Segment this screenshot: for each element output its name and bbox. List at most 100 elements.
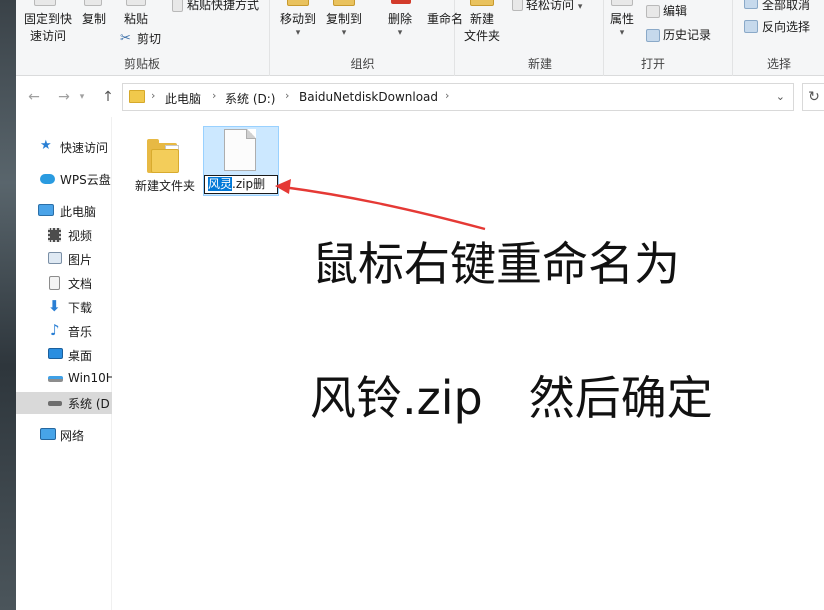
refresh-button[interactable]: ↻ (802, 83, 824, 111)
chevron-right-icon: › (151, 89, 156, 102)
address-bar-row: ← → ▾ ↑ › 此电脑 › 系统 (D:) › BaiduNetdiskDo… (16, 77, 824, 117)
up-arrow-icon[interactable]: ↑ (98, 87, 118, 107)
nav-item-drive-d[interactable]: 系统 (D (16, 392, 112, 414)
breadcrumb-current-folder[interactable]: BaiduNetdiskDownload (299, 90, 438, 104)
nav-item-label: 文档 (68, 277, 93, 291)
new-folder-icon (470, 0, 494, 6)
chevron-down-icon: ▾ (341, 28, 347, 38)
copy-to-button[interactable]: 复制到 ▾ (321, 11, 367, 38)
star-icon: ★ (40, 138, 52, 153)
move-to-button[interactable]: 移动到 ▾ (275, 11, 321, 38)
arrow-line (282, 185, 486, 231)
delete-icon (391, 0, 411, 4)
nav-item-music[interactable]: ♪ 音乐 (16, 320, 112, 342)
invert-selection-icon (744, 20, 758, 33)
arrow-head (275, 179, 291, 194)
paste-shortcut-button[interactable]: 粘贴快捷方式 (187, 0, 259, 14)
annotation-text-line1: 鼠标右键重命名为 (312, 237, 680, 291)
move-to-icon (287, 0, 309, 6)
nav-item-label: 网络 (60, 429, 85, 443)
music-icon: ♪ (50, 321, 60, 339)
organize-group-label: 组织 (350, 57, 375, 71)
drive-icon (48, 401, 62, 406)
nav-item-quick-access[interactable]: ★ 快速访问 (16, 136, 112, 158)
back-arrow-icon[interactable]: ← (24, 87, 44, 107)
easy-access-icon (512, 0, 523, 11)
nav-item-label: 桌面 (68, 349, 93, 363)
forward-arrow-icon[interactable]: → (54, 87, 74, 107)
select-none-icon (744, 0, 758, 9)
nav-item-desktop[interactable]: 桌面 (16, 344, 112, 366)
nav-item-this-pc[interactable]: 此电脑 (16, 200, 112, 222)
new-folder-label-line2: 文件夹 (463, 29, 500, 43)
navigation-pane: ★ 快速访问 WPS云盘 此电脑 视频 图片 文档 ⬇ 下载 ♪ 音乐 桌面 W… (16, 117, 112, 610)
chevron-down-icon[interactable]: ⌄ (776, 90, 785, 103)
history-button[interactable]: 历史记录 (663, 27, 711, 44)
nav-item-documents[interactable]: 文档 (16, 272, 112, 294)
paste-button[interactable]: 粘贴 (118, 11, 154, 28)
annotation-arrow (275, 179, 486, 231)
computer-icon (38, 204, 54, 216)
pin-icon (34, 0, 56, 6)
chevron-down-icon: ▾ (397, 28, 403, 38)
copy-to-icon (333, 0, 355, 6)
chevron-right-icon: › (285, 89, 290, 102)
paste-icon (126, 0, 146, 6)
nav-item-videos[interactable]: 视频 (16, 224, 112, 246)
annotation-text-line2: 风铃.zip 然后确定 (310, 371, 713, 425)
ribbon: 固定到快 速访问 复制 粘贴 粘贴快捷方式 ✂ 剪切 剪贴板 移动到 ▾ 复制到… (16, 0, 824, 76)
breadcrumb-this-pc[interactable]: 此电脑 (165, 90, 201, 107)
edit-button[interactable]: 编辑 (663, 3, 687, 20)
video-icon (48, 228, 61, 242)
nav-item-downloads[interactable]: ⬇ 下载 (16, 296, 112, 318)
new-folder-button[interactable]: 新建 文件夹 (458, 11, 506, 45)
chevron-right-icon: › (445, 89, 450, 102)
nav-item-label: 此电脑 (60, 205, 97, 219)
ribbon-group-new: 新建 文件夹 轻松访问 ▾ 新建 (456, 0, 604, 76)
chevron-down-icon: ▾ (295, 28, 301, 38)
move-to-label: 移动到 (279, 12, 316, 26)
network-drive-icon (48, 376, 63, 382)
chevron-down-icon: ▾ (577, 2, 583, 12)
ribbon-group-select: 全部取消 反向选择 选择 (734, 0, 824, 76)
file-list-area: 新建文件夹 风灵.zip删 鼠标右键重命名为 风铃.zip 然后确定 (113, 117, 824, 610)
nav-item-network[interactable]: 网络 (16, 424, 112, 446)
properties-icon (611, 0, 633, 6)
clipboard-group-label: 剪贴板 (123, 57, 160, 71)
select-group-label: 选择 (766, 57, 791, 71)
nav-item-label: 系统 (D (68, 397, 110, 411)
breadcrumb-drive-d[interactable]: 系统 (D:) (225, 90, 275, 107)
nav-item-pictures[interactable]: 图片 (16, 248, 112, 270)
folder-icon (129, 90, 145, 103)
pin-label-line1: 固定到快 (23, 12, 72, 26)
copy-button[interactable]: 复制 (78, 11, 110, 28)
pin-quick-access-button[interactable]: 固定到快 速访问 (20, 11, 76, 45)
easy-access-label: 轻松访问 (526, 0, 575, 12)
chevron-down-icon: ▾ (619, 28, 625, 38)
properties-button[interactable]: 属性 ▾ (605, 11, 639, 38)
properties-label: 属性 (609, 12, 634, 26)
pin-label-line2: 速访问 (29, 29, 66, 43)
recent-locations-icon[interactable]: ▾ (76, 87, 88, 107)
invert-selection-button[interactable]: 反向选择 (762, 19, 810, 36)
edit-icon (646, 5, 660, 18)
easy-access-button[interactable]: 轻松访问 ▾ (526, 0, 582, 16)
select-none-button[interactable]: 全部取消 (762, 0, 810, 14)
picture-icon (48, 252, 62, 264)
nav-item-win10h[interactable]: Win10H (16, 368, 112, 390)
new-folder-label-line1: 新建 (469, 12, 494, 26)
address-field[interactable]: › 此电脑 › 系统 (D:) › BaiduNetdiskDownload ›… (122, 83, 794, 111)
nav-item-label: 视频 (68, 229, 93, 243)
delete-button[interactable]: 删除 ▾ (377, 11, 423, 38)
cut-button[interactable]: 剪切 (137, 31, 161, 48)
refresh-icon: ↻ (808, 89, 820, 105)
open-group-label: 打开 (640, 57, 665, 71)
desktop-icon (48, 348, 63, 359)
nav-item-wps-cloud[interactable]: WPS云盘 (16, 168, 112, 190)
nav-item-label: 图片 (68, 253, 93, 267)
desktop-background (0, 0, 16, 610)
network-icon (40, 428, 56, 440)
scissors-icon: ✂ (120, 31, 131, 46)
nav-item-label: 下载 (68, 301, 93, 315)
paste-shortcut-icon (172, 0, 183, 12)
